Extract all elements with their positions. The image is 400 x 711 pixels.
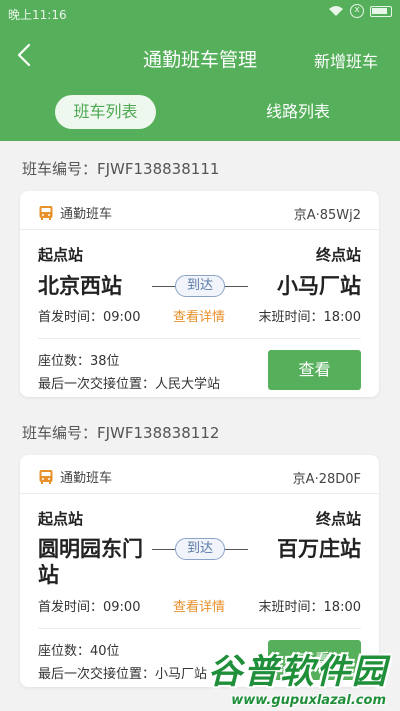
tab-bus-list[interactable]: 班车列表: [55, 95, 156, 129]
start-station-label: 起点站: [38, 510, 84, 528]
status-bar: 晚上11:16 x: [0, 0, 400, 28]
app-header: 晚上11:16 x 通勤班车管理 新增班车 班车列表 线路列表: [0, 0, 400, 141]
card-inner-divider: [38, 628, 361, 629]
seat-count: 座位数：38位: [38, 354, 120, 369]
card-divider: [20, 493, 379, 494]
last-handover-position: 最后一次交接位置：小马厂站: [38, 667, 208, 682]
bus-type: 通勤班车: [60, 471, 113, 486]
end-station-label: 终点站: [315, 246, 361, 264]
bus-icon: [38, 469, 54, 485]
arrive-badge: 到达: [175, 538, 225, 560]
bus-type-row: 通勤班车: [38, 203, 112, 222]
watermark-url: www.gupuxlazal.com: [231, 693, 386, 708]
start-station: 圆明园东门站: [38, 537, 143, 587]
add-bus-button[interactable]: 新增班车: [314, 48, 378, 72]
last-handover-position: 最后一次交接位置：人民大学站: [38, 377, 221, 392]
bus-type: 通勤班车: [60, 207, 113, 222]
end-station-label: 终点站: [315, 510, 361, 528]
battery-icon: [370, 5, 392, 17]
bus-type-row: 通勤班车: [38, 467, 112, 486]
card-inner-divider: [38, 338, 361, 339]
last-departure-time: 末班时间：18:00: [258, 310, 361, 325]
license-plate: 京A·28D0F: [292, 472, 361, 487]
bus-number-label: 班车编号：FJWF138838111: [22, 160, 220, 178]
view-details-link[interactable]: 查看详情: [173, 306, 225, 325]
notification-icon: x: [350, 4, 364, 18]
watermark-logo: 谷普软件园 www.gupuxlazal.com: [200, 649, 396, 711]
license-plate: 京A·85Wj2: [293, 208, 361, 223]
card-divider: [20, 229, 379, 230]
bus-icon: [38, 205, 54, 221]
watermark-title: 谷普软件园: [208, 652, 388, 692]
end-station: 百万庄站: [277, 537, 361, 561]
end-station: 小马厂站: [277, 274, 361, 298]
first-departure-time: 首发时间：09:00: [38, 310, 141, 325]
view-details-link[interactable]: 查看详情: [173, 596, 225, 615]
status-time: 晚上11:16: [8, 8, 67, 22]
status-icons: x: [328, 4, 392, 18]
bus-card: 通勤班车 京A·85Wj2 起点站 终点站 北京西站 到达 小马厂站 首发时间：…: [20, 191, 379, 397]
start-station: 北京西站: [38, 274, 122, 298]
tab-route-list[interactable]: 线路列表: [246, 95, 350, 129]
last-departure-time: 末班时间：18:00: [258, 600, 361, 615]
seat-count: 座位数：40位: [38, 644, 120, 659]
first-departure-time: 首发时间：09:00: [38, 600, 141, 615]
arrive-badge: 到达: [175, 275, 225, 297]
start-station-label: 起点站: [38, 246, 84, 264]
view-button[interactable]: 查看: [268, 350, 361, 390]
bus-number-label: 班车编号：FJWF138838112: [22, 424, 220, 442]
wifi-icon: [328, 5, 344, 17]
